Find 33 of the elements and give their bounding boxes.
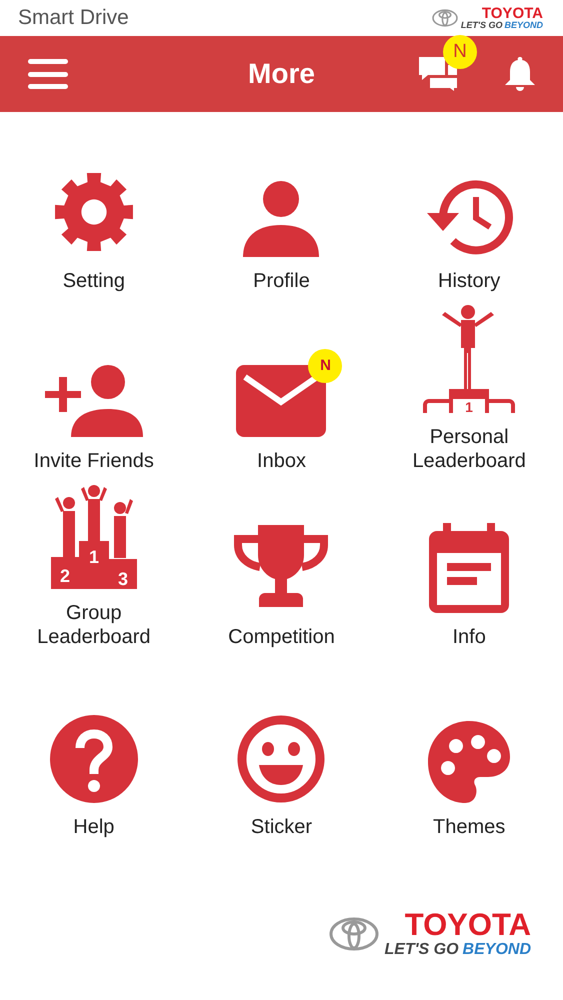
brand-name: TOYOTA (404, 909, 531, 940)
slogan-text: LET'S GO (460, 21, 502, 30)
bell-icon[interactable] (505, 57, 535, 91)
calendar-icon[interactable] (429, 523, 510, 613)
chat-icon[interactable] (419, 57, 457, 91)
page-title: More (247, 57, 316, 91)
menu-item-label[interactable]: History (394, 269, 544, 293)
brand-name: TOYOTA (482, 6, 543, 21)
menu-item-label[interactable]: Personal Leaderboard (394, 425, 544, 473)
emblem-icon (432, 9, 458, 27)
slogan-text: BEYOND (462, 942, 531, 958)
notification-badge: N (443, 35, 477, 69)
menu-item-label[interactable]: Invite Friends (18, 449, 169, 473)
palette-icon[interactable] (428, 721, 510, 803)
menu-item-label[interactable]: Info (394, 625, 544, 649)
menu-icon[interactable] (28, 59, 68, 89)
slogan-text: LET'S GO (384, 942, 459, 958)
app-name: Smart Drive (18, 5, 129, 32)
slogan-text: BEYOND (504, 21, 543, 30)
menu-item-label[interactable]: Sticker (206, 815, 356, 839)
menu-item-label[interactable]: Help (18, 815, 169, 839)
person-icon[interactable] (243, 181, 320, 257)
add-person-icon[interactable] (44, 365, 143, 437)
smiley-icon[interactable] (237, 715, 326, 803)
menu-item-label[interactable]: Competition (206, 625, 356, 649)
notification-badge: N (308, 349, 342, 383)
menu-item-label[interactable]: Themes (394, 815, 544, 839)
menu-item-label[interactable]: Inbox (206, 449, 356, 473)
help-icon[interactable] (50, 715, 138, 803)
emblem-icon (328, 916, 379, 950)
menu-item-label[interactable]: Profile (206, 269, 356, 293)
menu-item-label[interactable]: Group Leaderboard (18, 601, 169, 649)
menu-item-label[interactable]: Setting (18, 269, 169, 293)
